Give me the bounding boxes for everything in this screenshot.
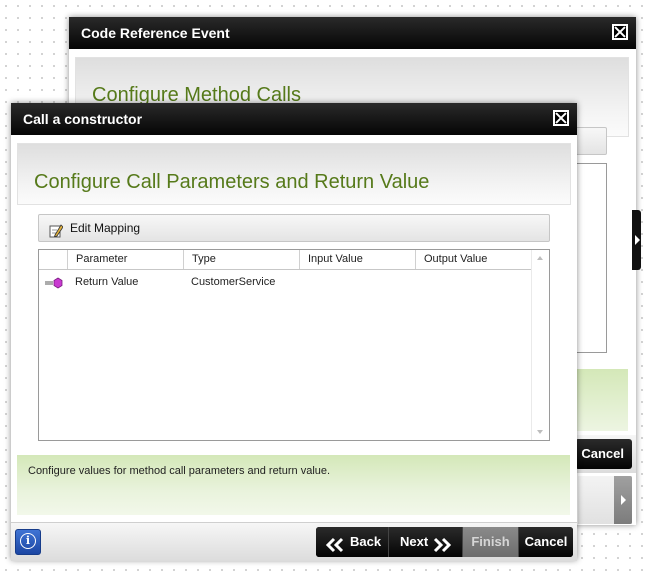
return-value-icon xyxy=(45,276,63,289)
lower-side-tab[interactable] xyxy=(614,476,632,524)
column-header-type[interactable]: Type xyxy=(183,250,299,269)
chevron-double-left-icon xyxy=(325,534,345,557)
info-text: Configure values for method call paramet… xyxy=(28,465,331,477)
edit-mapping-button[interactable]: Edit Mapping xyxy=(38,214,550,242)
chevron-right-icon xyxy=(635,235,640,245)
cancel-button-label: Cancel xyxy=(581,446,624,461)
next-label: Next xyxy=(400,534,429,549)
back-button[interactable]: Back xyxy=(316,527,388,557)
cancel-button[interactable]: Cancel xyxy=(575,439,632,469)
dialog-title: Call a constructor xyxy=(23,111,143,127)
column-header-output-value[interactable]: Output Value xyxy=(415,250,531,269)
cancel-label: Cancel xyxy=(524,534,568,549)
vertical-scrollbar[interactable] xyxy=(531,250,549,440)
grid-header-row: Parameter Type Input Value Output Value xyxy=(39,250,531,270)
info-band: Configure values for method call paramet… xyxy=(17,455,570,515)
column-header-input-value[interactable]: Input Value xyxy=(299,250,415,269)
finish-label: Finish xyxy=(471,534,510,549)
info-icon[interactable]: i xyxy=(15,529,41,555)
dialog-title-bar: Call a constructor xyxy=(11,103,577,135)
row-parameter: Return Value xyxy=(75,276,139,288)
wizard-navigation: Back Next Finish Cancel xyxy=(316,527,573,557)
header-band: Configure Call Parameters and Return Val… xyxy=(17,143,571,205)
call-constructor-dialog: Call a constructor Configure Call Parame… xyxy=(11,103,577,561)
scroll-down-icon[interactable] xyxy=(537,430,543,434)
page-heading: Configure Call Parameters and Return Val… xyxy=(34,171,430,193)
table-row[interactable]: Return Value CustomerService xyxy=(39,271,531,293)
chevron-right-icon xyxy=(621,495,626,505)
cancel-button[interactable]: Cancel xyxy=(518,527,573,557)
dialog-title-bar: Code Reference Event xyxy=(69,17,636,49)
close-icon[interactable] xyxy=(612,24,628,40)
side-expander-tab[interactable] xyxy=(632,210,641,270)
row-type: CustomerService xyxy=(191,276,276,288)
finish-button[interactable]: Finish xyxy=(462,527,518,557)
column-header-parameter[interactable]: Parameter xyxy=(67,250,183,269)
parameters-grid[interactable]: Parameter Type Input Value Output Value … xyxy=(38,249,550,441)
close-icon[interactable] xyxy=(553,110,569,126)
footer-bar: i Back Next Finish Cancel xyxy=(11,522,577,561)
dialog-title: Code Reference Event xyxy=(81,25,230,41)
edit-mapping-label: Edit Mapping xyxy=(70,221,141,235)
back-label: Back xyxy=(350,534,382,549)
pencil-edit-icon xyxy=(49,221,64,238)
scroll-up-icon[interactable] xyxy=(537,256,543,260)
chevron-double-right-icon xyxy=(432,534,452,557)
next-button[interactable]: Next xyxy=(388,527,462,557)
column-header-blank xyxy=(39,250,67,269)
